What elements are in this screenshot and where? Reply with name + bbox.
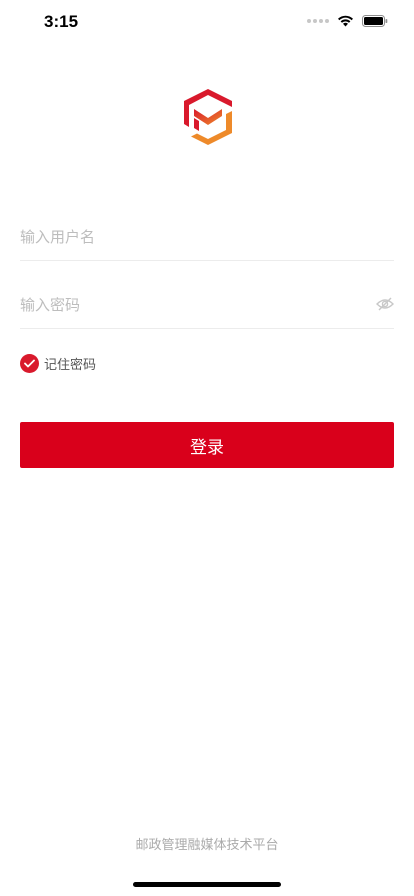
battery-icon <box>362 15 388 27</box>
username-field <box>20 214 394 261</box>
status-icons <box>307 15 388 27</box>
status-bar: 3:15 <box>0 0 414 46</box>
checkmark-icon[interactable] <box>20 354 39 373</box>
hexagon-mail-logo-icon <box>184 89 232 145</box>
home-indicator[interactable] <box>133 882 281 887</box>
password-field <box>20 282 394 329</box>
username-input[interactable] <box>20 220 360 254</box>
remember-password-label: 记住密码 <box>44 358 97 373</box>
password-input[interactable] <box>20 288 360 322</box>
wifi-icon <box>338 15 353 27</box>
status-time: 3:15 <box>44 12 79 31</box>
cellular-signal-icon <box>307 19 329 23</box>
eye-icon[interactable] <box>376 297 394 311</box>
footer-platform-name: 邮政管理融媒体技术平台 <box>135 838 279 853</box>
remember-password-toggle[interactable]: 记住密码 <box>20 354 96 373</box>
login-button[interactable]: 登录 <box>20 422 394 468</box>
